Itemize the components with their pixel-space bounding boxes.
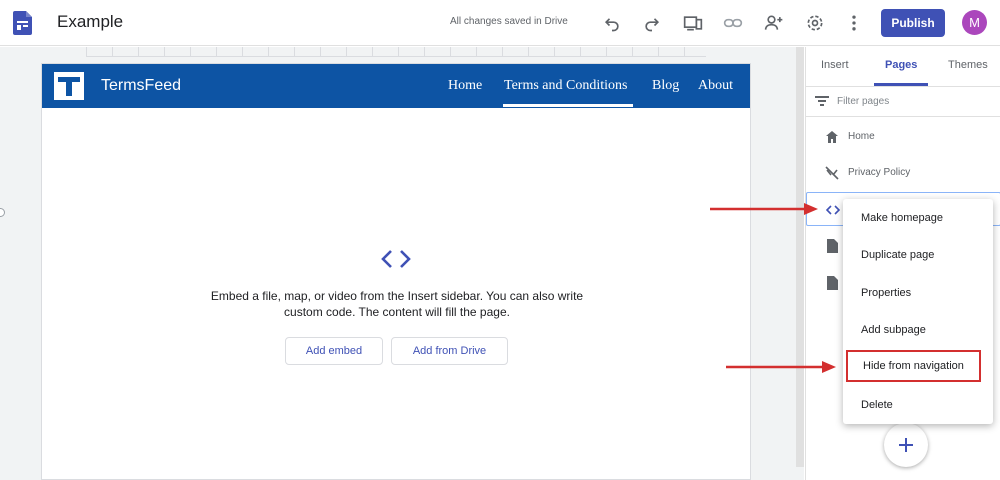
termsfeed-logo-icon <box>54 72 84 100</box>
nav-active-indicator <box>503 104 633 107</box>
menu-item-properties[interactable]: Properties <box>843 274 993 311</box>
site-name: TermsFeed <box>101 77 182 94</box>
page-item-label: Home <box>848 131 875 142</box>
nav-home[interactable]: Home <box>448 64 482 108</box>
nav-about[interactable]: About <box>698 64 733 108</box>
tab-themes[interactable]: Themes <box>948 59 988 71</box>
page-icon <box>827 276 838 290</box>
embed-page-icon <box>826 205 840 215</box>
add-embed-button[interactable]: Add embed <box>285 337 383 365</box>
more-icon[interactable] <box>843 12 865 34</box>
page-item-home[interactable]: Home <box>806 121 1000 153</box>
sites-logo-icon <box>13 11 32 35</box>
page-icon <box>827 239 838 253</box>
undo-icon[interactable] <box>601 12 623 34</box>
page-context-menu: Make homepage Duplicate page Properties … <box>843 199 993 424</box>
menu-item-make-homepage[interactable]: Make homepage <box>843 199 993 236</box>
page-item-label: Privacy Policy <box>848 167 911 178</box>
save-status: All changes saved in Drive <box>450 16 568 27</box>
nav-blog[interactable]: Blog <box>652 64 679 108</box>
document-title[interactable]: Example <box>57 12 123 32</box>
avatar[interactable]: M <box>962 10 987 35</box>
preview-icon[interactable] <box>682 12 704 34</box>
add-page-button[interactable] <box>884 423 928 467</box>
home-icon <box>826 131 838 143</box>
top-bar: Example All changes saved in Drive Publi… <box>0 0 1000 46</box>
filter-pages-input[interactable]: Filter pages <box>837 96 889 107</box>
plus-icon <box>899 438 913 452</box>
filter-icon <box>815 96 829 106</box>
link-icon[interactable] <box>722 12 744 34</box>
ruler <box>86 47 706 57</box>
menu-item-delete[interactable]: Delete <box>843 386 993 423</box>
menu-item-duplicate-page[interactable]: Duplicate page <box>843 236 993 273</box>
annotation-arrow-icon <box>726 361 836 373</box>
site-page: TermsFeed Home Terms and Conditions Blog… <box>41 63 751 480</box>
hidden-page-icon <box>825 166 839 180</box>
annotation-arrow-icon <box>710 203 818 215</box>
menu-item-hide-from-navigation[interactable]: Hide from navigation <box>846 350 981 382</box>
publish-button[interactable]: Publish <box>881 9 945 37</box>
tab-insert[interactable]: Insert <box>821 59 849 71</box>
menu-item-add-subpage[interactable]: Add subpage <box>843 311 993 348</box>
tab-pages[interactable]: Pages <box>885 59 917 71</box>
embed-code-icon <box>381 250 411 268</box>
canvas-scrollbar[interactable] <box>796 47 804 467</box>
site-header: TermsFeed Home Terms and Conditions Blog… <box>42 64 750 108</box>
embed-instructions: Embed a file, map, or video from the Ins… <box>210 289 584 319</box>
redo-icon[interactable] <box>641 12 663 34</box>
add-from-drive-button[interactable]: Add from Drive <box>391 337 508 365</box>
page-item-privacy-policy[interactable]: Privacy Policy <box>806 157 1000 189</box>
share-icon[interactable] <box>763 12 785 34</box>
filter-pages[interactable]: Filter pages <box>806 87 1000 117</box>
settings-icon[interactable] <box>804 12 826 34</box>
nav-terms-and-conditions[interactable]: Terms and Conditions <box>504 64 627 108</box>
